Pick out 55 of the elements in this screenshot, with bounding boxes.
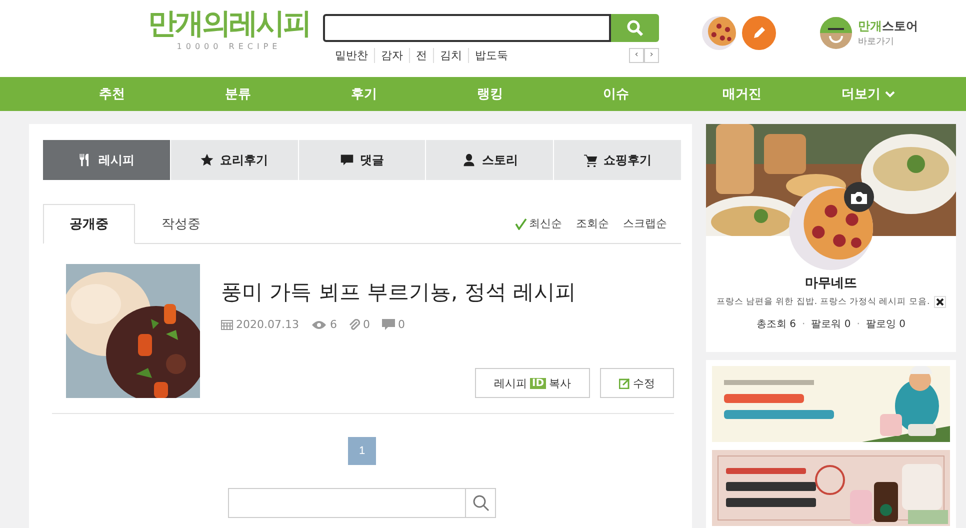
copy-id-button[interactable]: 레시피 ID 복사 [474, 368, 590, 398]
sort-option[interactable]: 조회순 [576, 216, 609, 231]
edit-button[interactable]: 수정 [600, 368, 674, 398]
sort-option[interactable]: 최신순 [515, 216, 562, 231]
profile-name: 마무네뜨 [805, 275, 857, 292]
speech-bubble-icon [382, 318, 395, 330]
search-button[interactable] [611, 14, 659, 42]
sort-option[interactable]: 스크랩순 [623, 216, 667, 231]
profile-stat[interactable]: 팔로잉 0 [866, 317, 906, 331]
pager-button[interactable]: ‹ [629, 48, 644, 63]
paperclip-icon [348, 318, 360, 330]
speech-bubble-icon [340, 154, 354, 166]
recipe-title[interactable]: 풍미 가득 뵈프 부르기뇽, 정석 레시피 [221, 278, 674, 306]
eye-icon [310, 320, 327, 330]
keyword-link[interactable]: 밑반찬 [333, 48, 374, 63]
tab[interactable]: 쇼핑후기 [554, 140, 681, 180]
keyword-link[interactable]: 김치 [433, 48, 468, 63]
close-icon [936, 298, 944, 306]
search-button[interactable] [466, 488, 496, 518]
date-text: 2020.07.13 [236, 318, 299, 331]
keyword-link[interactable]: 전 [409, 48, 433, 63]
store-logo-icon[interactable] [820, 17, 852, 49]
view-count: 6 [330, 318, 337, 331]
subtab[interactable]: 공개중 [43, 204, 135, 244]
calendar-icon [221, 319, 233, 330]
check-icon [515, 218, 527, 230]
tab[interactable]: 댓글 [298, 140, 426, 180]
profile-stat[interactable]: 총조회 6 [756, 317, 796, 331]
tab[interactable]: 요리후기 [170, 140, 298, 180]
store-shortcut[interactable]: 바로가기 [858, 35, 918, 48]
profile-bio: 프랑스 남편을 위한 집밥. 프랑스 가정식 레시피 모음. [716, 296, 930, 308]
pager-button[interactable]: › [644, 48, 659, 63]
separator-dot: · [856, 318, 860, 330]
close-button[interactable] [934, 296, 946, 308]
write-button[interactable] [742, 16, 776, 50]
person-icon [464, 154, 474, 166]
edit-icon [619, 378, 630, 388]
pencil-icon [751, 25, 767, 41]
search-icon [472, 494, 490, 512]
store-name[interactable]: 만개스토어 [858, 18, 918, 35]
keyword-link[interactable]: 밥도둑 [468, 48, 514, 63]
profile-stat[interactable]: 팔로워 0 [811, 317, 851, 331]
logo-subtitle: 10000 RECIPE [176, 42, 282, 51]
star-icon [200, 154, 214, 166]
search-icon [626, 19, 644, 37]
separator-dot: · [802, 318, 806, 330]
tab[interactable]: 스토리 [426, 140, 554, 180]
utensils-icon [80, 154, 89, 166]
subtab[interactable]: 작성중 [135, 204, 227, 243]
keyword-link[interactable]: 감자 [374, 48, 409, 63]
search-field[interactable] [323, 14, 611, 42]
attachment-count: 0 [362, 318, 370, 331]
comment-count: 0 [398, 318, 405, 331]
cart-icon [584, 154, 597, 167]
tab[interactable]: 레시피 [43, 140, 170, 180]
